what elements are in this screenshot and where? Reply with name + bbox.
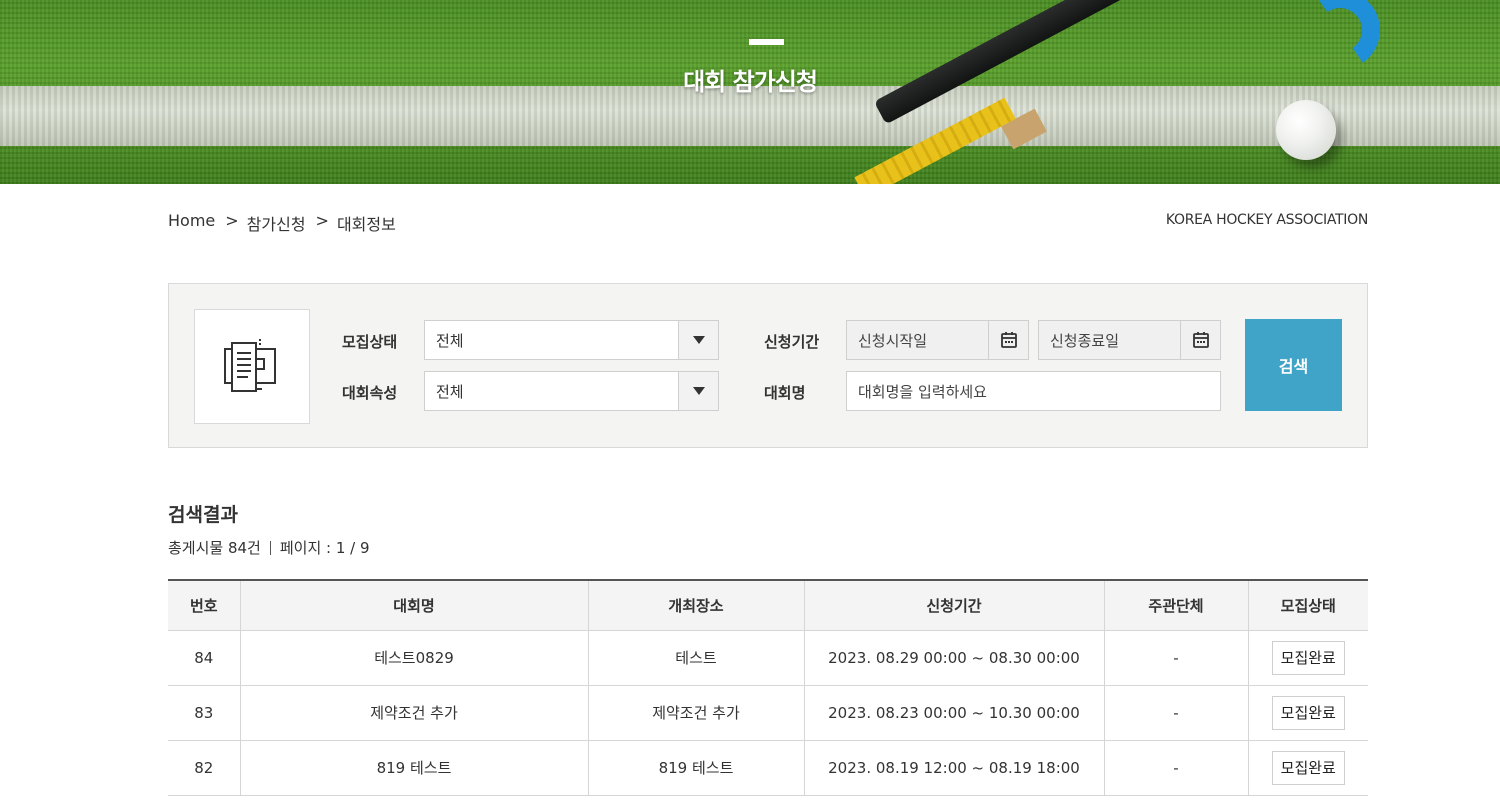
breadcrumb-separator: > — [225, 211, 239, 230]
page-title: 대회 참가신청 — [683, 68, 818, 96]
results-table: 번호 대회명 개최장소 신청기간 주관단체 모집상태 84 테스트0829 테스… — [168, 579, 1368, 796]
cell-organizer: - — [1103, 685, 1248, 741]
breadcrumb-home[interactable]: Home — [168, 211, 215, 235]
recruit-status-value: 전체 — [436, 331, 464, 350]
attribute-label: 대회속성 — [342, 384, 398, 402]
cell-competition-name[interactable]: 제약조건 추가 — [239, 685, 588, 741]
attribute-select[interactable]: 전체 — [424, 371, 719, 411]
table-row[interactable]: 82 819 테스트 819 테스트 2023. 08.19 12:00 ~ 0… — [168, 740, 1368, 796]
total-count: 총게시물 84건 — [168, 539, 261, 557]
breadcrumb-separator: > — [315, 211, 329, 230]
cell-organizer: - — [1103, 630, 1248, 686]
document-list-icon — [224, 338, 276, 392]
search-panel: 모집상태 전체 대회속성 전체 신청기간 신청시작일 신청종료일 대회명 대회명… — [168, 283, 1368, 448]
results-summary: 총게시물 84건 페이지 : 1 / 9 — [168, 537, 370, 558]
cell-period: 2023. 08.29 00:00 ~ 08.30 00:00 — [803, 630, 1104, 686]
column-header-place: 개최장소 — [587, 579, 804, 631]
hero-banner: 대회 참가신청 — [0, 0, 1500, 184]
calendar-icon — [1192, 332, 1209, 348]
dropdown-toggle[interactable] — [678, 321, 718, 359]
start-date-placeholder: 신청시작일 — [858, 331, 928, 350]
breadcrumb: Home > 참가신청 > 대회정보 — [168, 211, 396, 235]
cell-period: 2023. 08.23 00:00 ~ 10.30 00:00 — [803, 685, 1104, 741]
search-button[interactable]: 검색 — [1245, 319, 1342, 411]
period-label: 신청기간 — [764, 333, 820, 351]
cell-place: 제약조건 추가 — [587, 685, 804, 741]
panel-icon-box — [194, 309, 310, 424]
end-date-picker[interactable] — [1180, 321, 1220, 359]
cell-status: 모집완료 — [1247, 685, 1368, 741]
attribute-value: 전체 — [436, 382, 464, 401]
cell-number: 83 — [168, 685, 240, 741]
table-row[interactable]: 84 테스트0829 테스트 2023. 08.29 00:00 ~ 08.30… — [168, 630, 1368, 686]
triangle-down-icon — [692, 336, 705, 344]
status-badge[interactable]: 모집완료 — [1271, 750, 1345, 785]
association-name: KOREA HOCKEY ASSOCIATION — [1165, 212, 1368, 228]
recruit-status-label: 모집상태 — [342, 333, 398, 351]
table-row[interactable]: 83 제약조건 추가 제약조건 추가 2023. 08.23 00:00 ~ 1… — [168, 685, 1368, 741]
breadcrumb-participation[interactable]: 참가신청 — [247, 211, 306, 235]
status-badge[interactable]: 모집완료 — [1271, 695, 1345, 730]
cell-place: 테스트 — [587, 630, 804, 686]
cell-place: 819 테스트 — [587, 740, 804, 796]
competition-name-label: 대회명 — [764, 384, 806, 402]
triangle-down-icon — [692, 387, 705, 395]
competition-name-input[interactable]: 대회명을 입력하세요 — [846, 371, 1221, 411]
column-header-number: 번호 — [168, 579, 240, 631]
end-date-placeholder: 신청종료일 — [1050, 331, 1120, 350]
cell-competition-name[interactable]: 테스트0829 — [239, 630, 588, 686]
cell-organizer: - — [1103, 740, 1248, 796]
end-date-field[interactable]: 신청종료일 — [1038, 320, 1221, 360]
table-header-row: 번호 대회명 개최장소 신청기간 주관단체 모집상태 — [168, 579, 1368, 631]
status-badge[interactable]: 모집완료 — [1271, 640, 1345, 675]
column-header-name: 대회명 — [239, 579, 588, 631]
column-header-status: 모집상태 — [1247, 579, 1368, 631]
cell-number: 84 — [168, 630, 240, 686]
cell-number: 82 — [168, 740, 240, 796]
start-date-picker[interactable] — [988, 321, 1028, 359]
start-date-field[interactable]: 신청시작일 — [846, 320, 1029, 360]
summary-divider — [269, 540, 271, 555]
title-accent-bar — [749, 39, 784, 45]
results-title: 검색결과 — [168, 504, 238, 526]
calendar-icon — [1000, 332, 1017, 348]
page-indicator: 페이지 : 1 / 9 — [279, 539, 370, 557]
column-header-period: 신청기간 — [803, 579, 1104, 631]
cell-competition-name[interactable]: 819 테스트 — [239, 740, 588, 796]
dropdown-toggle[interactable] — [678, 372, 718, 410]
breadcrumb-competition-info[interactable]: 대회정보 — [337, 211, 396, 235]
cell-status: 모집완료 — [1247, 740, 1368, 796]
recruit-status-select[interactable]: 전체 — [424, 320, 719, 360]
cell-period: 2023. 08.19 12:00 ~ 08.19 18:00 — [803, 740, 1104, 796]
cell-status: 모집완료 — [1247, 630, 1368, 686]
column-header-organizer: 주관단체 — [1103, 579, 1248, 631]
hockey-ball-image — [1276, 100, 1336, 160]
